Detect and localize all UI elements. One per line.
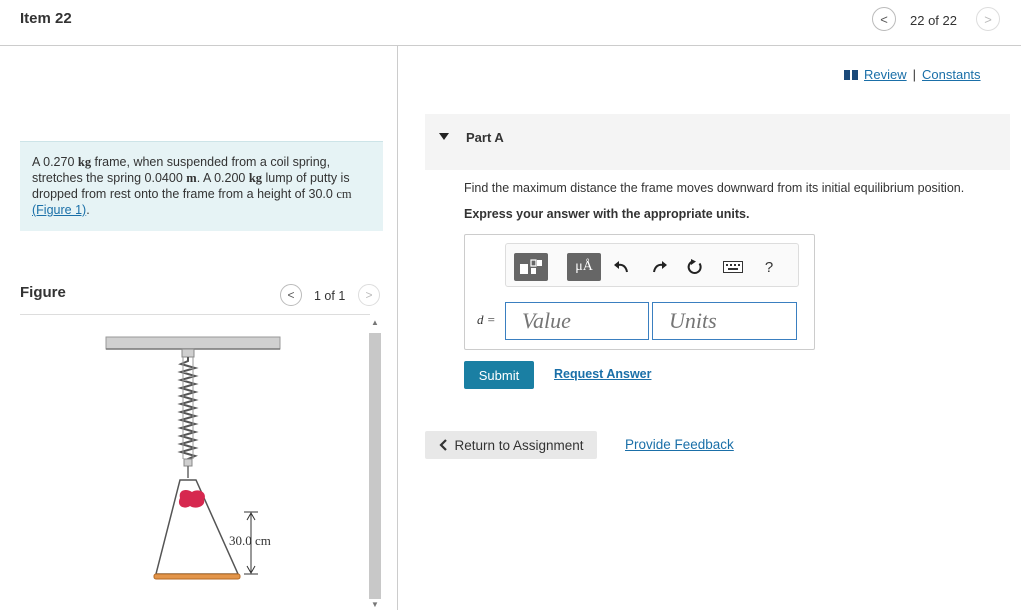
submit-button[interactable]: Submit [464,361,534,389]
provide-feedback-link[interactable]: Provide Feedback [625,437,734,452]
reset-button[interactable] [678,253,712,281]
height-dimension-label: 30.0 cm [229,533,271,548]
chevron-left-icon: < [880,11,888,27]
header: Item 22 < 22 of 22 > [0,0,1021,46]
figure-link[interactable]: (Figure 1) [32,203,86,217]
problem-statement: A 0.270 kg frame, when suspended from a … [20,141,383,231]
spring-frame-diagram: 30.0 cm [105,336,281,580]
reset-icon [687,259,702,274]
putty-lump [178,490,205,508]
help-icon: ? [764,258,774,276]
chevron-left-icon: < [287,288,295,302]
keyboard-icon [723,261,743,273]
part-title: Part A [466,130,504,145]
caret-down-icon[interactable] [439,133,449,141]
spring-hook [183,458,193,467]
templates-icon [520,259,542,274]
constants-link[interactable]: Constants [922,67,981,82]
link-separator: | [912,67,917,82]
unit-kg: kg [77,155,92,169]
review-link[interactable]: Review [864,67,907,82]
return-label: Return to Assignment [454,437,584,453]
figure-counter: 1 of 1 [314,289,346,303]
math-toolbar: μÅ ? [505,243,799,287]
figure-divider [20,314,370,315]
next-item-button[interactable]: > [976,7,1000,31]
units-input[interactable] [652,302,797,340]
previous-item-button[interactable]: < [872,7,896,31]
templates-button[interactable] [514,253,548,281]
chevron-right-icon: > [365,288,373,302]
item-title: Item 22 [20,10,72,27]
redo-button[interactable] [643,253,677,281]
chevron-left-icon [439,439,448,451]
keyboard-button[interactable] [716,253,750,281]
redo-icon [653,261,667,273]
scrollbar-thumb[interactable] [369,333,381,599]
resource-links: Review | Constants [844,67,981,82]
unit-m: m [186,171,197,185]
scroll-up-icon[interactable]: ▲ [371,318,379,327]
pane-divider [397,46,398,610]
request-answer-link[interactable]: Request Answer [554,367,651,381]
figure-label: Figure [20,284,66,301]
problem-text: . A 0.200 [196,171,249,185]
unit-cm: cm [336,187,352,201]
scroll-down-icon[interactable]: ▼ [371,600,379,609]
unit-kg: kg [248,171,263,185]
figure-prev-button[interactable]: < [280,284,302,306]
frame-base [153,573,241,580]
units-button[interactable]: μÅ [567,253,601,281]
instruction-text: Express your answer with the appropriate… [464,207,750,221]
spring-cap [181,348,195,358]
undo-button[interactable] [604,253,638,281]
item-counter: 22 of 22 [910,13,957,28]
undo-icon [614,261,628,273]
problem-text: A 0.270 [32,155,78,169]
return-to-assignment-button[interactable]: Return to Assignment [425,431,597,459]
units-glyph: μÅ [575,259,593,274]
figure-scrollbar[interactable]: ▲ ▼ [368,316,382,610]
figure-image: 30.0 cm [20,316,370,610]
part-a-header[interactable]: Part A [425,114,1010,170]
book-icon [844,69,858,80]
help-button[interactable]: ? [752,253,786,281]
variable-label: d = [477,312,496,327]
ceiling [105,336,281,350]
question-text: Find the maximum distance the frame move… [464,181,965,195]
figure-next-button[interactable]: > [358,284,380,306]
value-input[interactable] [505,302,649,340]
answer-box: μÅ ? d = Value Units [464,234,815,350]
chevron-right-icon: > [984,11,992,27]
